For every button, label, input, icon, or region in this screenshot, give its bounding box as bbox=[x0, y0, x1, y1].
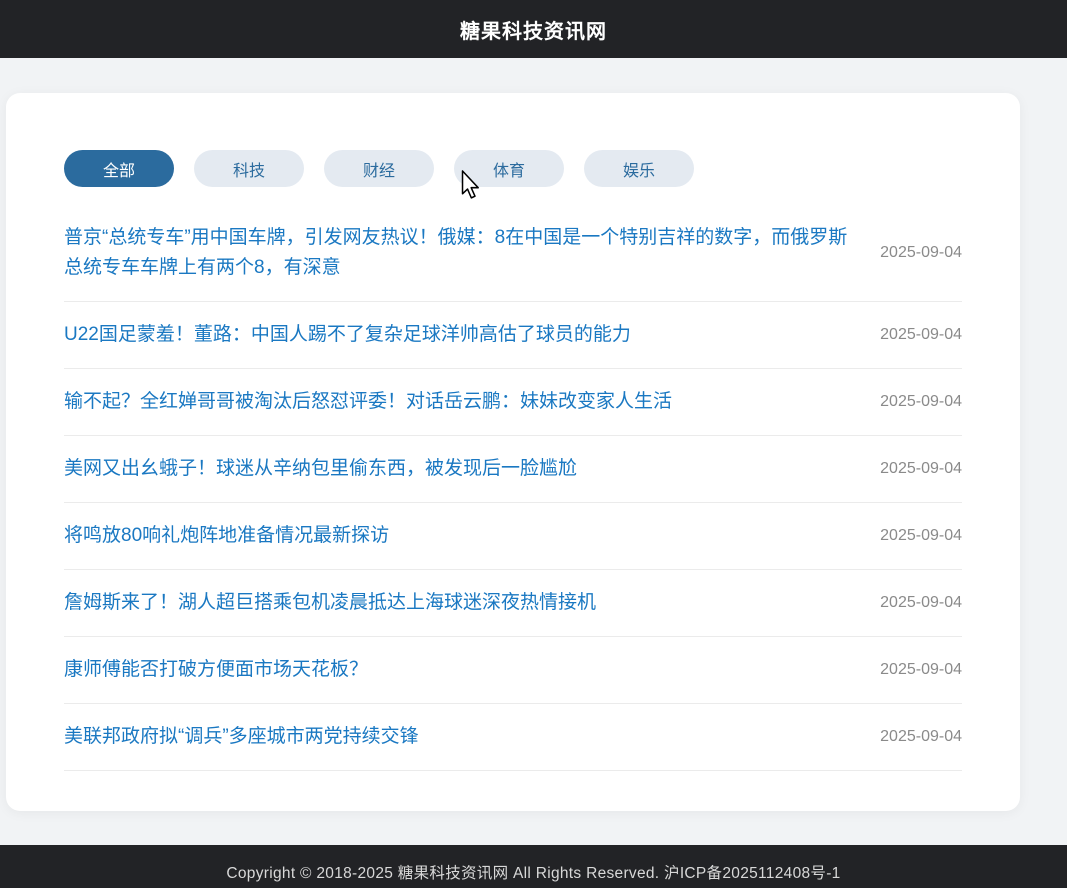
news-title-link[interactable]: 美网又出幺蛾子！球迷从辛纳包里偷东西，被发现后一脸尴尬 bbox=[64, 454, 856, 484]
site-header: 糖果科技资讯网 bbox=[0, 0, 1067, 58]
news-date: 2025-09-04 bbox=[880, 661, 962, 679]
content-card: 全部 科技 财经 体育 娱乐 普京“总统专车”用中国车牌，引发网友热议！俄媒：8… bbox=[6, 93, 1020, 811]
copyright-text: Copyright © 2018-2025 糖果科技资讯网 All Rights… bbox=[226, 861, 840, 883]
news-date: 2025-09-04 bbox=[880, 728, 962, 746]
category-tab[interactable]: 科技 bbox=[194, 150, 304, 187]
news-row: 美网又出幺蛾子！球迷从辛纳包里偷东西，被发现后一脸尴尬 2025-09-04 bbox=[64, 436, 962, 503]
news-row: 输不起？全红婵哥哥被淘汰后怒怼评委！对话岳云鹏：妹妹改变家人生活 2025-09… bbox=[64, 369, 962, 436]
news-date: 2025-09-04 bbox=[880, 326, 962, 344]
news-title-link[interactable]: 詹姆斯来了！湖人超巨搭乘包机凌晨抵达上海球迷深夜热情接机 bbox=[64, 588, 856, 618]
site-title: 糖果科技资讯网 bbox=[460, 15, 607, 44]
news-date: 2025-09-04 bbox=[880, 460, 962, 478]
news-row: 詹姆斯来了！湖人超巨搭乘包机凌晨抵达上海球迷深夜热情接机 2025-09-04 bbox=[64, 570, 962, 637]
news-date: 2025-09-04 bbox=[880, 594, 962, 612]
news-row: 美联邦政府拟“调兵”多座城市两党持续交锋 2025-09-04 bbox=[64, 704, 962, 771]
site-footer: Copyright © 2018-2025 糖果科技资讯网 All Rights… bbox=[0, 845, 1067, 888]
category-tab[interactable]: 娱乐 bbox=[584, 150, 694, 187]
news-list: 普京“总统专车”用中国车牌，引发网友热议！俄媒：8在中国是一个特别吉祥的数字，而… bbox=[64, 205, 962, 771]
category-tab[interactable]: 财经 bbox=[324, 150, 434, 187]
news-title-link[interactable]: 普京“总统专车”用中国车牌，引发网友热议！俄媒：8在中国是一个特别吉祥的数字，而… bbox=[64, 223, 856, 283]
main-area: 全部 科技 财经 体育 娱乐 普京“总统专车”用中国车牌，引发网友热议！俄媒：8… bbox=[0, 58, 1067, 845]
news-row: U22国足蒙羞！董路：中国人踢不了复杂足球洋帅高估了球员的能力 2025-09-… bbox=[64, 302, 962, 369]
news-row: 普京“总统专车”用中国车牌，引发网友热议！俄媒：8在中国是一个特别吉祥的数字，而… bbox=[64, 205, 962, 302]
category-tabs: 全部 科技 财经 体育 娱乐 bbox=[64, 150, 962, 187]
news-title-link[interactable]: 美联邦政府拟“调兵”多座城市两党持续交锋 bbox=[64, 722, 856, 752]
news-date: 2025-09-04 bbox=[880, 527, 962, 545]
news-date: 2025-09-04 bbox=[880, 244, 962, 262]
news-title-link[interactable]: U22国足蒙羞！董路：中国人踢不了复杂足球洋帅高估了球员的能力 bbox=[64, 320, 856, 350]
category-tab[interactable]: 体育 bbox=[454, 150, 564, 187]
news-date: 2025-09-04 bbox=[880, 393, 962, 411]
news-row: 将鸣放80响礼炮阵地准备情况最新探访 2025-09-04 bbox=[64, 503, 962, 570]
page: 糖果科技资讯网 全部 科技 财经 体育 娱乐 普京“总统专 bbox=[0, 0, 1067, 888]
news-title-link[interactable]: 将鸣放80响礼炮阵地准备情况最新探访 bbox=[64, 521, 856, 551]
news-title-link[interactable]: 输不起？全红婵哥哥被淘汰后怒怼评委！对话岳云鹏：妹妹改变家人生活 bbox=[64, 387, 856, 417]
news-title-link[interactable]: 康师傅能否打破方便面市场天花板？ bbox=[64, 655, 856, 685]
category-tab[interactable]: 全部 bbox=[64, 150, 174, 187]
news-row: 康师傅能否打破方便面市场天花板？ 2025-09-04 bbox=[64, 637, 962, 704]
